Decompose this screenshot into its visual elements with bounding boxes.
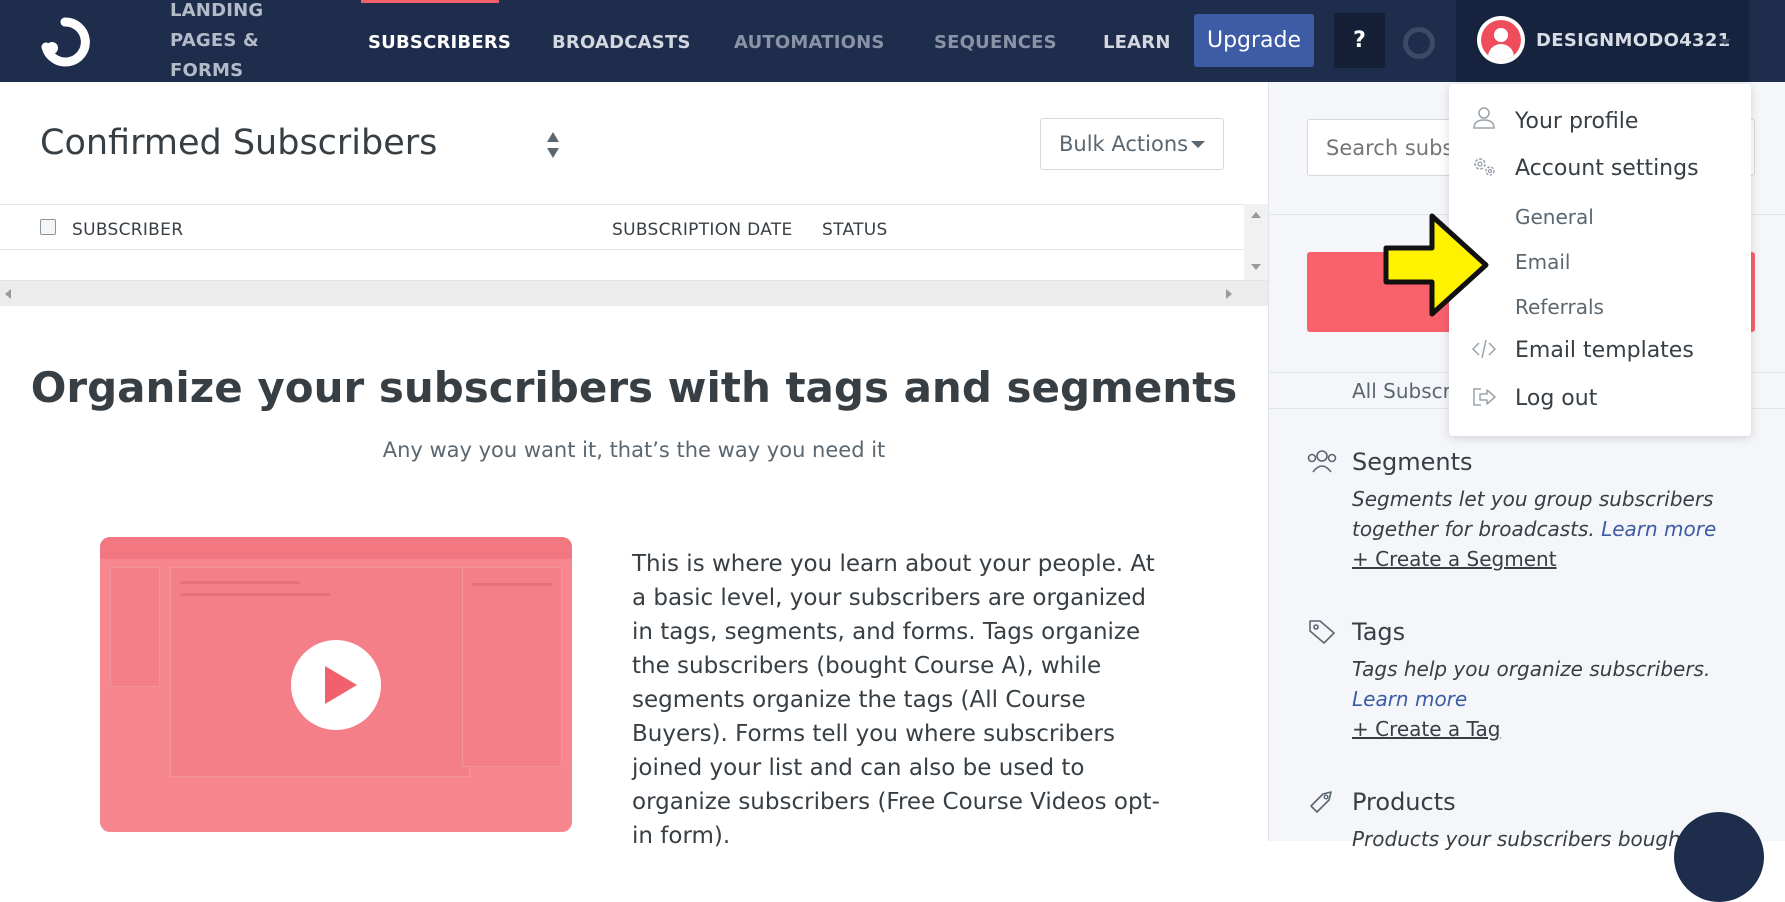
nav-subscribers[interactable]: SUBSCRIBERS <box>368 32 511 53</box>
price-tag-icon <box>1310 791 1332 813</box>
menu-item-general[interactable]: General <box>1515 205 1594 229</box>
segments-learn-more-link[interactable]: Learn more <box>1601 517 1716 541</box>
bulk-actions-dropdown[interactable]: Bulk Actions <box>1040 118 1224 170</box>
video-thumbnail[interactable] <box>100 537 572 832</box>
column-header-status[interactable]: STATUS <box>822 220 888 240</box>
avatar <box>1477 16 1525 64</box>
people-group-icon <box>1307 450 1337 473</box>
vertical-scrollbar[interactable] <box>1244 204 1268 280</box>
page-title: Confirmed Subscribers <box>40 123 438 163</box>
play-icon <box>325 666 357 704</box>
horizontal-scrollbar[interactable] <box>0 280 1268 306</box>
logout-icon <box>1473 388 1496 406</box>
tags-title: Tags <box>1352 618 1406 646</box>
tags-description: Tags help you organize subscribers. Lear… <box>1352 657 1711 711</box>
user-menu-trigger[interactable]: DESIGNMODO4321 <box>1456 0 1749 82</box>
tags-learn-more-link[interactable]: Learn more <box>1352 687 1467 711</box>
menu-item-log-out[interactable]: Log out <box>1515 386 1597 411</box>
chat-widget-button[interactable] <box>1674 812 1764 902</box>
promo-subheading: Any way you want it, that’s the way you … <box>382 438 886 462</box>
nav-active-indicator <box>361 0 499 3</box>
user-dropdown-menu: Your profile Account settings General Em… <box>1449 84 1751 436</box>
segments-title: Segments <box>1352 448 1473 476</box>
username: DESIGNMODO4321 <box>1536 30 1731 51</box>
nav-broadcasts[interactable]: BROADCASTS <box>552 32 691 53</box>
bulk-actions-label: Bulk Actions <box>1059 132 1189 156</box>
scroll-left-arrow-icon[interactable] <box>5 289 11 299</box>
all-subscribers-link[interactable]: All Subscr <box>1352 379 1451 403</box>
nav-landing-pages-forms[interactable]: LANDING PAGES & FORMS <box>170 0 290 86</box>
upgrade-button[interactable]: Upgrade <box>1194 14 1314 67</box>
nav-automations[interactable]: AUTOMATIONS <box>734 32 885 53</box>
menu-item-your-profile[interactable]: Your profile <box>1515 109 1638 134</box>
menu-item-account-settings[interactable]: Account settings <box>1515 156 1699 181</box>
select-all-checkbox[interactable] <box>40 219 56 235</box>
play-button[interactable] <box>291 640 381 730</box>
menu-item-referrals[interactable]: Referrals <box>1515 295 1604 319</box>
nav-learn[interactable]: LEARN <box>1103 32 1171 53</box>
scroll-right-arrow-icon[interactable] <box>1226 289 1232 299</box>
annotation-arrow-icon <box>1383 213 1489 317</box>
scroll-up-arrow-icon[interactable] <box>1251 212 1261 218</box>
subscriber-table-header: SUBSCRIBER SUBSCRIPTION DATE STATUS <box>0 204 1244 250</box>
column-header-subscription-date[interactable]: SUBSCRIPTION DATE <box>612 220 793 240</box>
promo-body-text: This is where you learn about your peopl… <box>632 551 1160 849</box>
tag-icon <box>1309 620 1335 644</box>
chevron-down-icon <box>1719 39 1731 45</box>
segments-description: Segments let you group subscribers toget… <box>1352 487 1717 541</box>
top-navigation-bar: LANDING PAGES & FORMS SUBSCRIBERS BROADC… <box>0 0 1785 82</box>
code-icon <box>1471 339 1497 359</box>
gears-icon <box>1474 158 1495 176</box>
promo-heading: Organize your subscribers with tags and … <box>30 363 1238 412</box>
nav-sequences[interactable]: SEQUENCES <box>934 32 1057 53</box>
menu-item-email-templates[interactable]: Email templates <box>1515 338 1694 363</box>
convertkit-logo[interactable] <box>38 17 92 67</box>
create-tag-link[interactable]: + Create a Tag <box>1352 717 1500 741</box>
menu-item-email[interactable]: Email <box>1515 250 1571 274</box>
scroll-down-arrow-icon[interactable] <box>1251 264 1261 270</box>
create-segment-link[interactable]: + Create a Segment <box>1352 547 1557 571</box>
help-button[interactable]: ? <box>1334 13 1385 68</box>
column-header-subscriber[interactable]: SUBSCRIBER <box>72 220 183 240</box>
products-title: Products <box>1352 788 1456 816</box>
caret-down-icon <box>1191 141 1205 148</box>
loading-spinner-icon <box>1403 27 1435 59</box>
user-icon <box>1473 107 1495 129</box>
sort-arrows-icon[interactable] <box>546 130 560 160</box>
